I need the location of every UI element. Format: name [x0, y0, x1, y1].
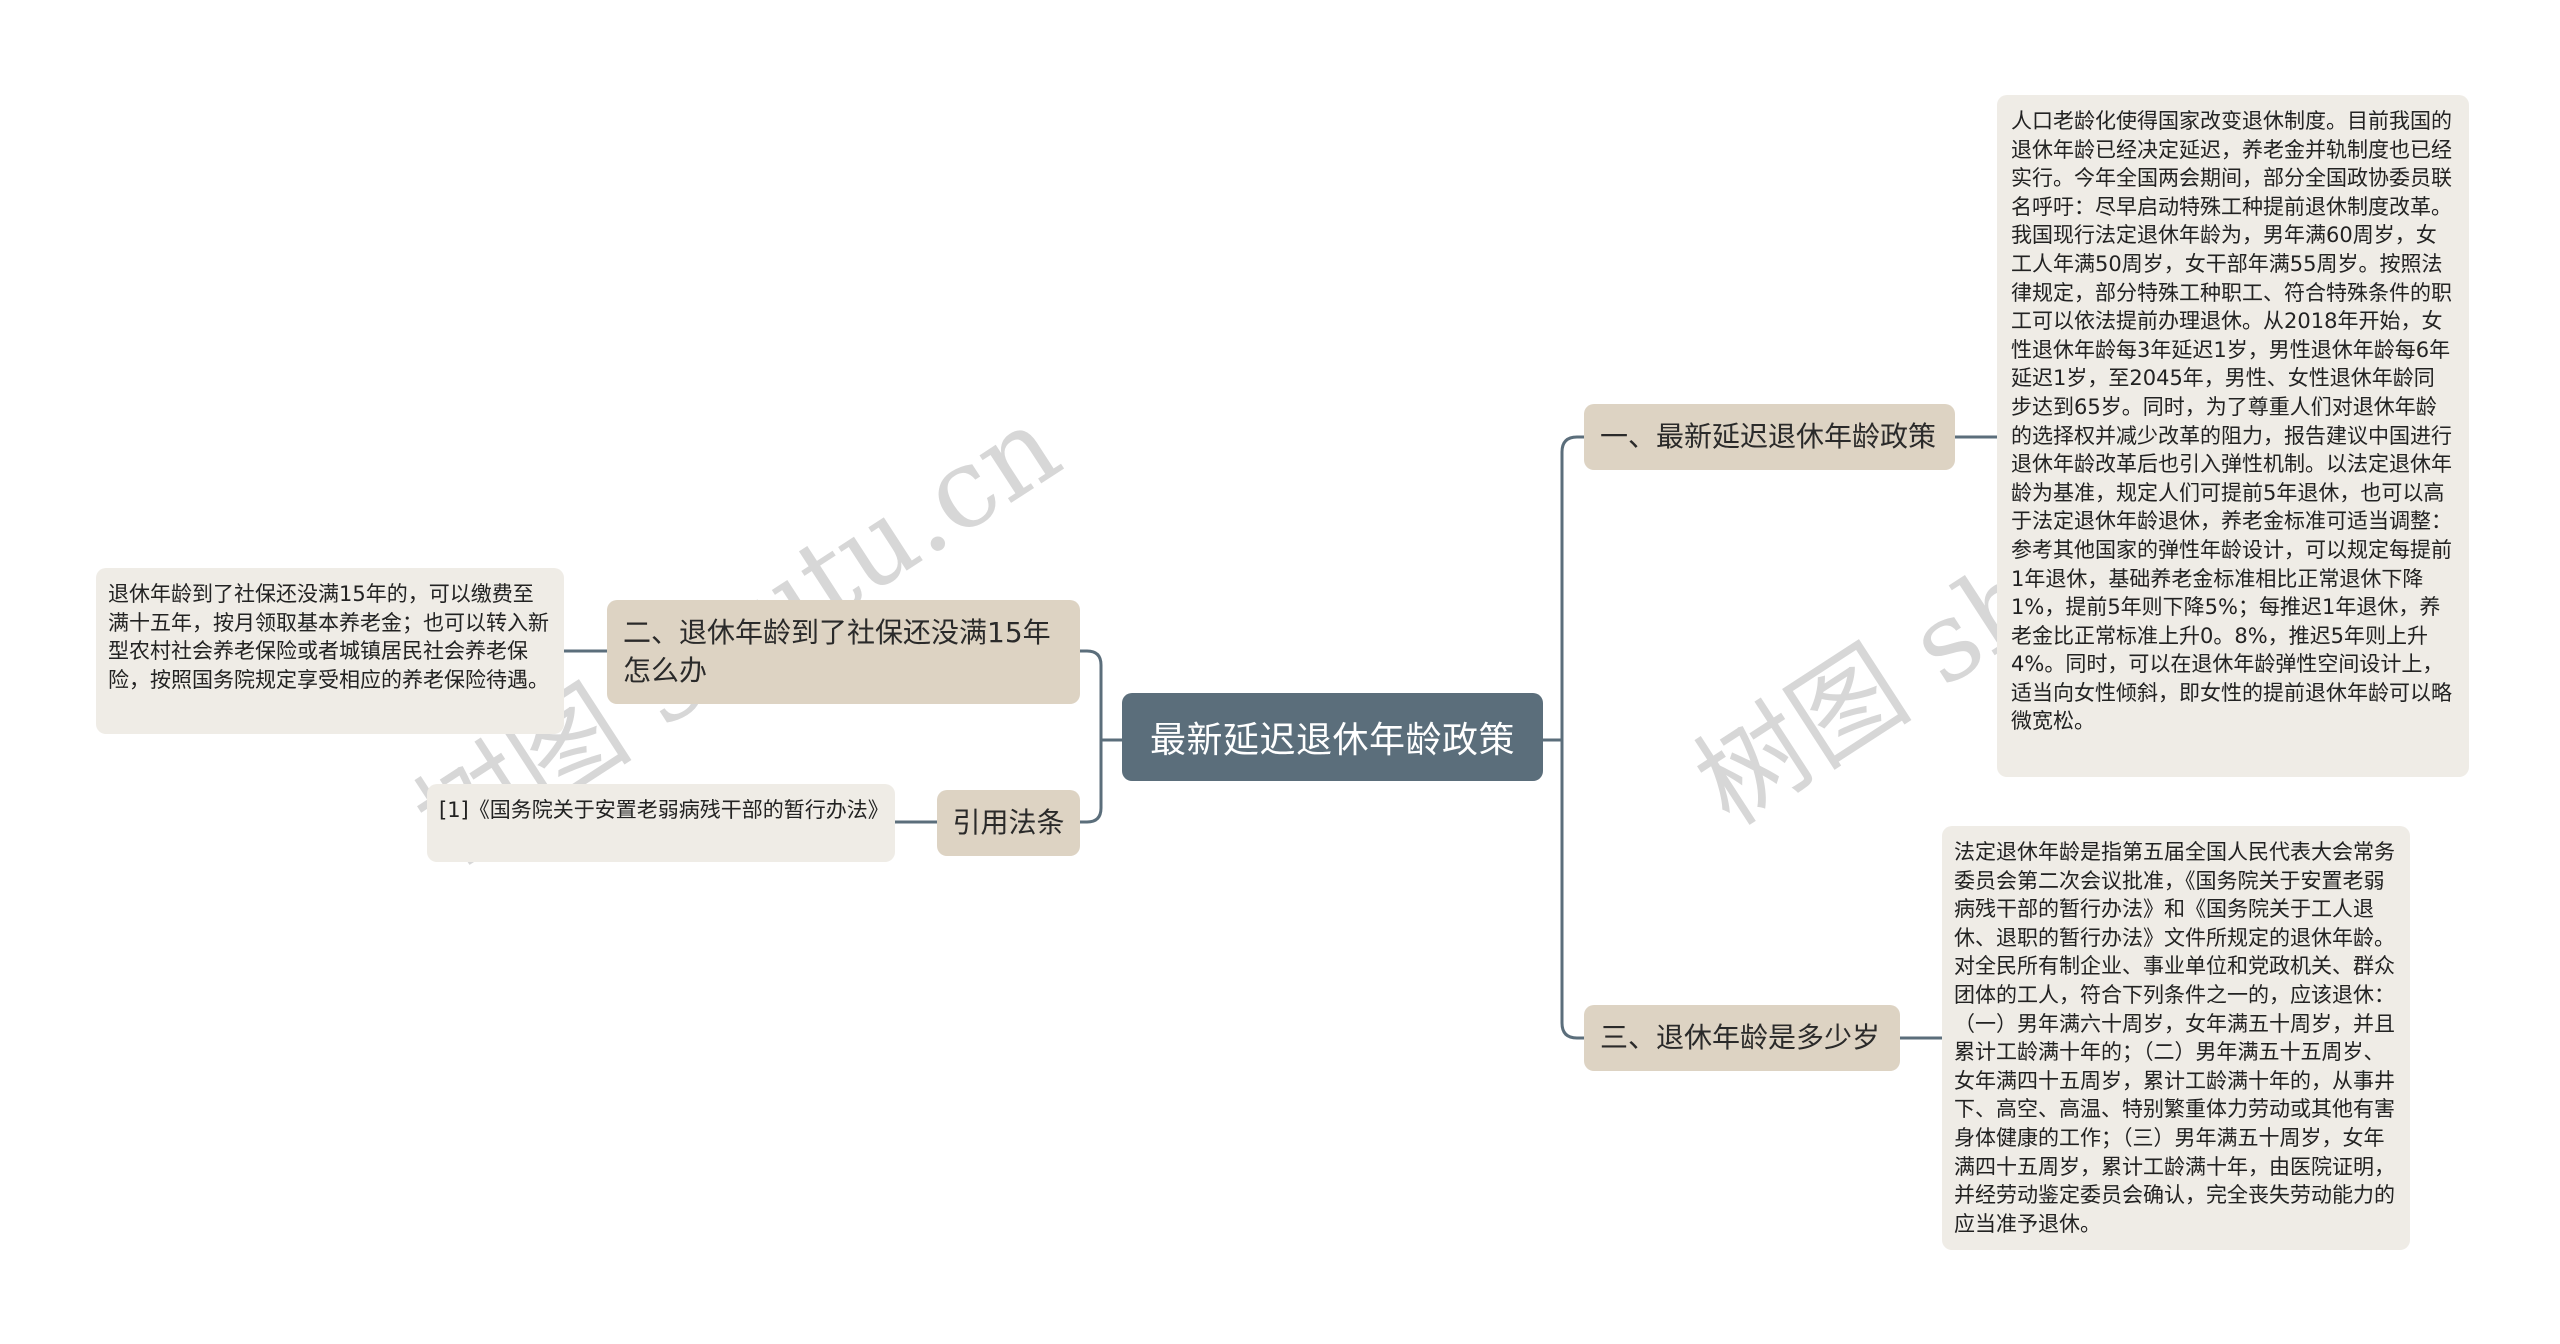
detail-note-text: 退休年龄到了社保还没满15年的，可以缴费至满十五年，按月领取基本养老金；也可以转… [108, 582, 549, 692]
detail-note-text: 法定退休年龄是指第五届全国人民代表大会常务委员会第二次会议批准，《国务院关于安置… [1954, 840, 2395, 1236]
connector-branch-2 [1080, 649, 1103, 740]
branch-topic-retirement-age[interactable]: 三、退休年龄是多少岁 [1584, 1005, 1900, 1071]
branch-topic-label: 一、最新延迟退休年龄政策 [1600, 420, 1937, 453]
branch-topic-policy[interactable]: 一、最新延迟退休年龄政策 [1584, 404, 1955, 470]
detail-note-text: [1]《国务院关于安置老弱病残干部的暂行办法》 [439, 798, 889, 822]
root-topic-label: 最新延迟退休年龄政策 [1149, 720, 1515, 761]
detail-note-citations[interactable]: [1]《国务院关于安置老弱病残干部的暂行办法》 [427, 784, 895, 862]
branch-topic-label: 三、退休年龄是多少岁 [1600, 1021, 1881, 1054]
connector-branch-1 [1560, 435, 1584, 740]
branch-topic-citations[interactable]: 引用法条 [937, 790, 1080, 856]
branch-topic-label: 引用法条 [952, 806, 1065, 839]
detail-note-text: 人口老龄化使得国家改变退休制度。目前我国的退休年龄已经决定延迟，养老金并轨制度也… [2011, 109, 2452, 734]
detail-note-policy[interactable]: 人口老龄化使得国家改变退休制度。目前我国的退休年龄已经决定延迟，养老金并轨制度也… [1997, 95, 2469, 777]
detail-note-social-insurance[interactable]: 退休年龄到了社保还没满15年的，可以缴费至满十五年，按月领取基本养老金；也可以转… [96, 568, 564, 734]
branch-topic-social-insurance[interactable]: 二、退休年龄到了社保还没满15年怎么办 [607, 600, 1080, 704]
connector-branch-3 [1560, 740, 1584, 1040]
branch-topic-label: 二、退休年龄到了社保还没满15年怎么办 [623, 616, 1051, 687]
root-topic[interactable]: 最新延迟退休年龄政策 [1122, 693, 1543, 781]
connector-branch-4 [1080, 740, 1103, 824]
detail-note-retirement-age[interactable]: 法定退休年龄是指第五届全国人民代表大会常务委员会第二次会议批准，《国务院关于安置… [1942, 826, 2410, 1250]
